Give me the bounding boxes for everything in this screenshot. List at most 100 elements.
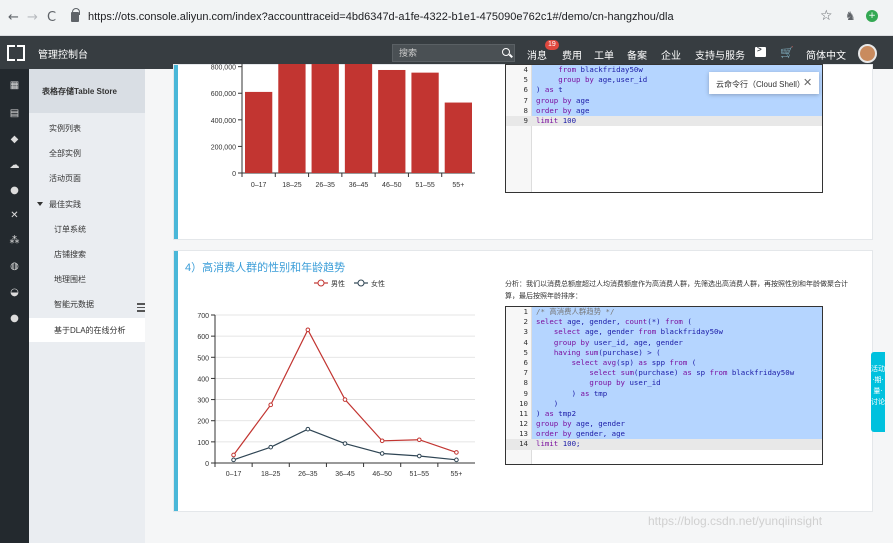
code-text[interactable]: limit 100;: [532, 439, 822, 450]
sidebar-item-metadata[interactable]: 智能元数据: [54, 299, 94, 310]
code-text[interactable]: group by age, gender: [532, 419, 822, 430]
aliyun-logo-icon[interactable]: [7, 45, 25, 61]
search-input[interactable]: [393, 45, 496, 61]
code-text[interactable]: select age, gender, count(*) from (: [532, 317, 822, 328]
y-tick-label: 400,000: [211, 118, 236, 125]
network-icon[interactable]: ⁂: [9, 236, 20, 246]
editor-code[interactable]: 1 /* 高消费人群趋势 */ 2 select age, gender, count…: [506, 307, 822, 450]
sidebar-item-order-system[interactable]: 订单系统: [54, 224, 86, 235]
line-number: 8: [523, 105, 528, 115]
code-line[interactable]: 4 group by user_id, age, gender: [524, 337, 822, 348]
line-number: 5: [523, 347, 528, 357]
tools-icon[interactable]: ✕: [9, 211, 20, 221]
sidebar-item-all-instances[interactable]: 全部实例: [49, 148, 81, 159]
enterprise-link[interactable]: 企业: [661, 47, 681, 62]
code-text[interactable]: group by user_id, age, gender: [532, 337, 822, 348]
code-text[interactable]: order by age: [532, 105, 822, 116]
forward-arrow-icon[interactable]: →: [27, 10, 38, 25]
grid-menu-icon[interactable]: ▦: [9, 81, 20, 91]
extension-icon[interactable]: ♞: [845, 9, 856, 23]
back-arrow-icon[interactable]: ←: [8, 10, 19, 25]
sidebar-item-dla-analysis[interactable]: 基于DLA的在线分析: [54, 325, 126, 336]
avatar[interactable]: [858, 44, 877, 63]
shield-icon[interactable]: ◆: [9, 135, 20, 145]
storage-icon[interactable]: ◒: [9, 288, 20, 298]
code-text[interactable]: select age, gender from blackfriday50w: [532, 327, 822, 338]
support-link[interactable]: 支持与服务: [695, 47, 745, 62]
legend-label: 男性: [331, 279, 345, 288]
sidebar-item-activity[interactable]: 活动页面: [49, 173, 81, 184]
line-number: 8: [523, 378, 528, 388]
x-tick-label: 18–25: [261, 471, 281, 478]
code-text[interactable]: ): [532, 398, 822, 409]
code-text[interactable]: select sum(purchase) as sp from blackfri…: [532, 368, 822, 379]
search-icon[interactable]: [502, 48, 510, 56]
code-text[interactable]: /* 高消费人群趋势 */: [532, 307, 822, 318]
code-line[interactable]: 1 /* 高消费人群趋势 */: [524, 307, 822, 318]
section-title: 4）高消费人群的性别和年龄趋势: [185, 262, 346, 274]
code-line[interactable]: 9 ) as tmp: [524, 388, 822, 399]
sidebar-item-geofence[interactable]: 地理围栏: [54, 274, 86, 285]
sidebar-item-store-search[interactable]: 店铺搜索: [54, 249, 86, 260]
code-line[interactable]: 7 select sum(purchase) as sp from blackf…: [524, 368, 822, 379]
data-point: [305, 327, 311, 333]
feedback-float-tab[interactable]: 活动·期·量·讨论: [871, 352, 885, 432]
code-line[interactable]: 13 order by gender, age: [519, 429, 822, 440]
x-tick-label: 46–50: [382, 182, 402, 189]
code-line[interactable]: 9 limit 100: [506, 115, 822, 127]
sidebar-item-instance-list[interactable]: 实例列表: [49, 123, 81, 134]
code-text[interactable]: order by gender, age: [532, 429, 822, 440]
bookmark-star-icon[interactable]: ☆: [820, 8, 833, 24]
caret-down-icon[interactable]: [37, 202, 43, 206]
circle-icon[interactable]: ●: [9, 314, 20, 324]
code-text[interactable]: limit 100: [532, 115, 822, 127]
billing-link[interactable]: 费用: [562, 47, 582, 62]
code-line[interactable]: 12 group by age, gender: [519, 419, 822, 430]
data-point: [231, 452, 236, 458]
database-icon[interactable]: ●: [9, 186, 20, 196]
code-line[interactable]: 3 select age, gender from blackfriday50w: [524, 327, 822, 338]
code-line[interactable]: 10 ): [519, 398, 822, 409]
language-switch[interactable]: 简体中文: [806, 47, 846, 62]
extension-badge-icon[interactable]: +: [866, 10, 878, 22]
address-bar[interactable]: https://ots.console.aliyun.com/index?acc…: [88, 11, 674, 23]
x-tick-label: 0–17: [251, 182, 267, 189]
code-line[interactable]: 7 group by age: [524, 95, 822, 106]
close-icon[interactable]: ✕: [803, 76, 812, 89]
tickets-link[interactable]: 工单: [594, 47, 614, 62]
cart-icon[interactable]: 🛒: [780, 46, 794, 59]
tooltip-text: 云命令行（Cloud Shell）: [716, 80, 805, 89]
code-line[interactable]: 8 group by user_id: [524, 378, 822, 389]
bar: [245, 91, 273, 173]
console-home-link[interactable]: 管理控制台: [38, 46, 88, 61]
line-number: 14: [506, 439, 532, 450]
sql-editor-4[interactable]: 1 /* 高消费人群趋势 */ 2 select age, gender, count…: [505, 306, 823, 465]
code-line[interactable]: 5 having sum(purchase) > (: [524, 347, 822, 358]
server-icon[interactable]: ▤: [9, 109, 20, 119]
code-text[interactable]: having sum(purchase) > (: [532, 347, 822, 358]
product-sidebar: 表格存储Table Store 实例列表 全部实例 活动页面 最佳实践 订单系统…: [29, 69, 145, 543]
globe-icon[interactable]: ◍: [9, 262, 20, 272]
code-line[interactable]: 2 select age, gender, count(*) from (: [524, 317, 822, 328]
sidebar-collapse-icon[interactable]: [137, 303, 145, 312]
code-text[interactable]: group by user_id: [532, 378, 822, 389]
sidebar-item-best-practices[interactable]: 最佳实践: [49, 199, 81, 210]
code-line[interactable]: 6 select avg(sp) as spp from (: [524, 357, 822, 369]
y-tick-label: 300: [197, 398, 209, 405]
product-icon-rail: ▦ ▤ ◆ ☁ ● ✕ ⁂ ◍ ◒ ●: [0, 69, 29, 543]
cloud-shell-icon[interactable]: [755, 45, 766, 57]
y-tick-label: 100: [197, 440, 209, 447]
code-text[interactable]: group by age: [532, 95, 822, 106]
code-text[interactable]: ) as tmp: [532, 388, 822, 399]
code-text[interactable]: ) as tmp2: [532, 408, 822, 420]
line-number: 4: [523, 337, 528, 347]
icp-link[interactable]: 备案: [627, 47, 647, 62]
messages-link[interactable]: 消息: [527, 47, 547, 62]
code-line[interactable]: 14 limit 100;: [506, 439, 822, 450]
code-line[interactable]: 11) as tmp2: [519, 408, 822, 420]
code-text[interactable]: select avg(sp) as spp from (: [532, 357, 822, 369]
cloud-icon[interactable]: ☁: [9, 161, 20, 171]
card-accent-bar: [174, 65, 178, 239]
code-line[interactable]: 8 order by age: [524, 105, 822, 116]
reload-icon[interactable]: C: [47, 10, 56, 25]
